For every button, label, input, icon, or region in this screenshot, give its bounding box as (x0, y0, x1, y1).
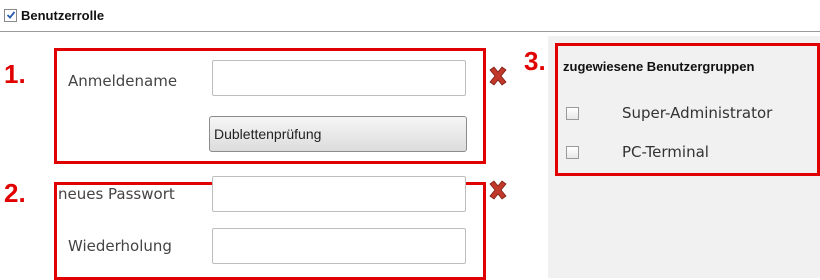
new-password-label: neues Passwort (58, 185, 175, 203)
duplicate-check-button[interactable]: Dublettenprüfung (209, 116, 467, 152)
clear-password-x-icon[interactable] (486, 178, 510, 202)
assigned-groups-title: zugewiesene Benutzergruppen (563, 59, 755, 74)
annotation-number-2: 2. (4, 178, 26, 208)
login-name-input[interactable] (212, 60, 466, 96)
repeat-password-label: Wiederholung (68, 237, 172, 255)
login-name-label: Anmeldename (68, 72, 178, 90)
annotation-number-3: 3. (524, 46, 546, 76)
new-password-input[interactable] (212, 176, 466, 212)
repeat-password-input[interactable] (212, 228, 466, 264)
section-header: Benutzerrolle (4, 6, 104, 24)
section-checkbox[interactable] (4, 8, 17, 22)
section-divider (0, 31, 820, 32)
group-label-pc-terminal: PC-Terminal (622, 143, 709, 161)
annotation-number-1: 1. (4, 59, 26, 89)
clear-login-x-icon[interactable] (486, 64, 510, 88)
group-label-super-admin: Super-Administrator (622, 104, 773, 122)
section-title: Benutzerrolle (21, 7, 105, 23)
group-checkbox-pc-terminal[interactable] (566, 146, 579, 159)
duplicate-check-button-label: Dublettenprüfung (214, 126, 322, 142)
group-checkbox-super-admin[interactable] (566, 107, 579, 120)
checkmark-icon (6, 11, 15, 19)
